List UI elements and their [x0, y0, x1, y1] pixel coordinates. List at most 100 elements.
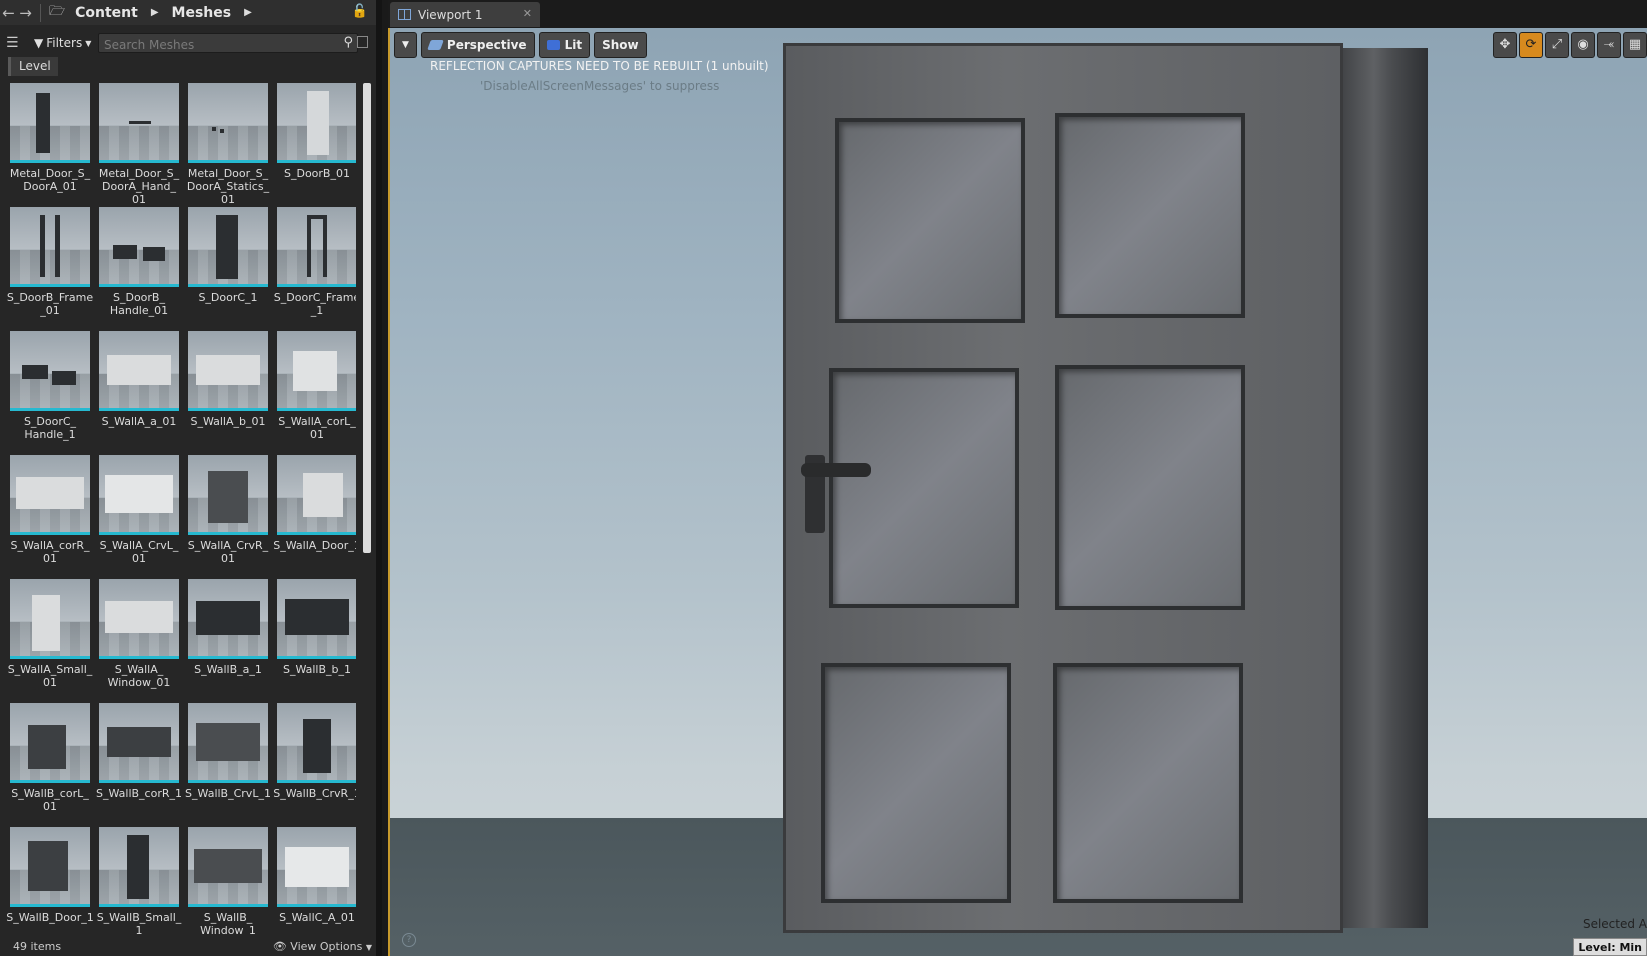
thumbnail-floor	[10, 126, 90, 160]
thumbnail-floor	[99, 126, 179, 160]
mesh-preview	[129, 121, 151, 124]
asset-label: S_DoorC_Frame _1	[273, 291, 356, 317]
asset-thumbnail	[277, 83, 356, 163]
asset-thumbnail	[188, 331, 268, 411]
path-bar: ← → 🗁 Content ▶ Meshes ▶ 🔓	[0, 0, 376, 25]
show-button[interactable]: Show	[594, 32, 647, 58]
search-input[interactable]	[99, 36, 335, 54]
asset-thumbnail	[10, 207, 90, 287]
asset-grid-scrollbar[interactable]	[363, 83, 371, 553]
scale-icon[interactable]: ⤢	[1545, 32, 1569, 58]
asset-tile[interactable]: S_DoorB_ Handle_01	[99, 207, 187, 331]
forward-arrow-icon[interactable]: →	[17, 4, 34, 22]
asset-tile[interactable]: S_WallB_corL_ 01	[10, 703, 98, 827]
mesh-preview	[196, 601, 260, 635]
asset-tile[interactable]: S_WallA_ Window_01	[99, 579, 187, 703]
mesh-preview	[293, 351, 337, 391]
asset-tile[interactable]: S_WallA_Door_1	[273, 455, 356, 579]
grid-icon[interactable]: ▦	[1623, 32, 1647, 58]
door-handle	[801, 463, 871, 477]
door-mesh[interactable]	[783, 43, 1433, 933]
asset-tile[interactable]: S_DoorB_Frame _01	[7, 207, 98, 331]
asset-tile[interactable]: S_WallA_a_01	[99, 331, 187, 455]
view-options-button[interactable]: 👁 View Options ▼	[273, 940, 372, 953]
asset-tile[interactable]: Metal_Door_S_ DoorA_Hand_ 01	[99, 83, 187, 207]
breadcrumb-arrow-icon[interactable]: ▶	[244, 7, 252, 18]
asset-thumbnail	[188, 827, 268, 907]
thumbnail-floor	[10, 374, 90, 408]
asset-tile[interactable]: S_WallA_CrvL_ 01	[99, 455, 187, 579]
asset-tile[interactable]: S_WallC_A_01	[277, 827, 356, 935]
asset-thumbnail	[277, 207, 356, 287]
asset-thumbnail	[99, 579, 179, 659]
breadcrumb-content[interactable]: Content	[75, 5, 138, 21]
asset-label: Metal_Door_S_ DoorA_Statics_ 01	[186, 167, 270, 206]
lit-icon	[546, 40, 560, 50]
asset-thumbnail	[10, 455, 90, 535]
asset-tile[interactable]: S_WallB_b_1	[277, 579, 356, 703]
asset-label: S_WallA_b_01	[190, 415, 266, 428]
asset-thumbnail	[277, 827, 356, 907]
filter-icon: ▼	[34, 36, 44, 50]
transform-toolbar: ✥ ⟳ ⤢ ◉ ⤛ ▦	[1493, 32, 1647, 58]
folder-icon[interactable]: 🗁	[49, 2, 65, 24]
asset-label: S_WallB_corR_1	[96, 787, 182, 800]
mesh-preview	[52, 371, 76, 385]
asset-tile[interactable]: S_WallB_corR_1	[96, 703, 187, 827]
asset-tile[interactable]: S_DoorC_1	[188, 207, 276, 331]
level-filter-chip[interactable]: Level	[8, 57, 58, 76]
help-icon[interactable]: ?	[402, 933, 416, 947]
lit-button[interactable]: Lit	[538, 32, 591, 58]
asset-tile[interactable]: S_DoorC_ Handle_1	[10, 331, 98, 455]
lit-label: Lit	[564, 38, 583, 52]
search-icon[interactable]: ⚲	[343, 35, 353, 50]
asset-tile[interactable]: S_WallA_corR_ 01	[10, 455, 98, 579]
asset-tile[interactable]: S_WallA_b_01	[188, 331, 276, 455]
asset-label: S_WallB_ Window_1	[200, 911, 256, 935]
viewport-options-button[interactable]: ▼	[394, 32, 417, 58]
filters-label: Filters	[46, 36, 83, 50]
sources-icon[interactable]: ☰	[6, 35, 26, 51]
asset-tile[interactable]: S_WallB_Door_1	[6, 827, 98, 935]
asset-tile[interactable]: S_WallA_CrvR_ 01	[188, 455, 276, 579]
breadcrumb-arrow-icon[interactable]: ▶	[151, 7, 159, 18]
search-box[interactable]: ⚲	[98, 33, 358, 54]
breadcrumb-meshes[interactable]: Meshes	[172, 5, 232, 21]
tab-viewport-1[interactable]: Viewport 1 ✕	[390, 2, 540, 27]
mesh-preview	[323, 215, 327, 277]
perspective-button[interactable]: Perspective	[420, 32, 535, 58]
asset-thumbnail	[99, 827, 179, 907]
asset-thumbnail	[99, 207, 179, 287]
asset-tile[interactable]: Metal_Door_S_ DoorA_01	[10, 83, 98, 207]
asset-tile[interactable]: S_WallB_ Window_1	[188, 827, 276, 935]
asset-tile[interactable]: S_DoorC_Frame _1	[274, 207, 356, 331]
world-local-icon[interactable]: ◉	[1571, 32, 1595, 58]
mesh-preview	[307, 91, 329, 155]
door-panel	[1053, 663, 1243, 903]
mesh-preview	[22, 365, 48, 379]
asset-tile[interactable]: Metal_Door_S_ DoorA_Statics_ 01	[187, 83, 276, 207]
level-viewport[interactable]: ▼ Perspective Lit Show ✥ ⟳ ⤢ ◉ ⤛ ▦ REFLE…	[388, 28, 1647, 956]
asset-tile[interactable]: S_WallB_a_1	[188, 579, 276, 703]
asset-tile[interactable]: S_WallB_CrvL_1	[185, 703, 276, 827]
lock-icon[interactable]: 🔓	[352, 4, 368, 19]
mesh-preview	[28, 725, 66, 769]
asset-tile[interactable]: S_WallB_CrvR_1	[273, 703, 356, 827]
chevron-down-icon: ▼	[85, 38, 92, 48]
mesh-preview	[194, 849, 262, 883]
rotate-icon[interactable]: ⟳	[1519, 32, 1543, 58]
filters-button[interactable]: ▼ Filters ▼	[34, 36, 91, 50]
close-icon[interactable]: ✕	[523, 7, 532, 20]
save-icon[interactable]	[357, 36, 368, 48]
asset-label: Metal_Door_S_ DoorA_Hand_ 01	[98, 167, 180, 206]
back-arrow-icon[interactable]: ←	[0, 4, 17, 22]
asset-tile[interactable]: S_WallB_Small_ 1	[97, 827, 187, 935]
mesh-preview	[105, 601, 173, 633]
asset-tile[interactable]: S_DoorB_01	[277, 83, 356, 207]
asset-tile[interactable]: S_WallA_corL_ 01	[277, 331, 356, 455]
surface-snap-icon[interactable]: ⤛	[1597, 32, 1621, 58]
translate-icon[interactable]: ✥	[1493, 32, 1517, 58]
mesh-preview	[28, 841, 68, 891]
asset-thumbnail	[10, 703, 90, 783]
asset-tile[interactable]: S_WallA_Small_ 01	[8, 579, 98, 703]
